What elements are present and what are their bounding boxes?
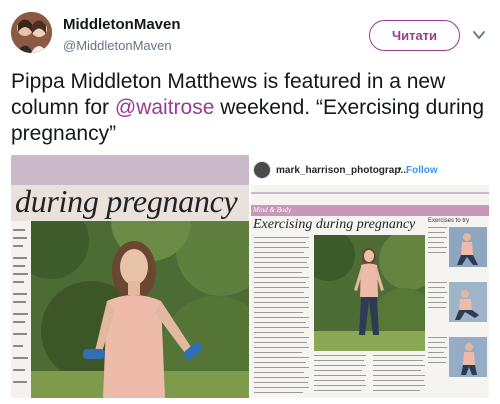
exercise-thumbnail-2 [449,282,487,322]
avatar[interactable] [11,12,52,53]
spread-sidebar-title: Exercises to try [428,218,470,224]
media-photo-right[interactable]: mark_harrison_photograp... • Follow Mind… [251,155,489,398]
spread-header-line [251,187,489,195]
tweet-text: Pippa Middleton Matthews is featured in … [11,69,489,147]
display-name[interactable]: MiddletonMaven [63,16,181,33]
mention-link[interactable]: @waitrose [115,96,215,119]
spread-heading: Exercising during pregnancy [253,217,416,232]
tweet-header: MiddletonMaven @MiddletonMaven Читати [0,0,500,64]
chevron-down-icon[interactable] [472,28,486,42]
spread-photo [314,235,425,351]
follow-button[interactable]: Читати [369,20,460,51]
instagram-avatar[interactable] [253,161,271,179]
spread-text-column-1 [254,237,309,397]
magazine-heading: during pregnancy [15,183,238,219]
instagram-username[interactable]: mark_harrison_photograp... [276,165,409,176]
spread-text-column-3 [373,355,425,397]
exercise-thumbnail-1 [449,227,487,267]
exercise-thumbnail-3 [449,337,487,377]
user-handle[interactable]: @MiddletonMaven [63,38,172,53]
garden-photo [31,221,249,398]
instagram-follow-button[interactable]: Follow [406,165,438,176]
tweet-media[interactable]: during pregnancy mark_harrison_photograp… [11,155,489,398]
magazine-text-column [11,221,31,398]
spread-section-label: Mind & Body [253,206,292,214]
magazine-spread: Mind & Body Exercising during pregnancy … [251,185,489,398]
media-photo-left[interactable]: during pregnancy [11,155,249,398]
magazine-header-band [11,155,249,185]
separator-dot: • [398,164,402,175]
spread-sidebar-text [428,227,447,397]
